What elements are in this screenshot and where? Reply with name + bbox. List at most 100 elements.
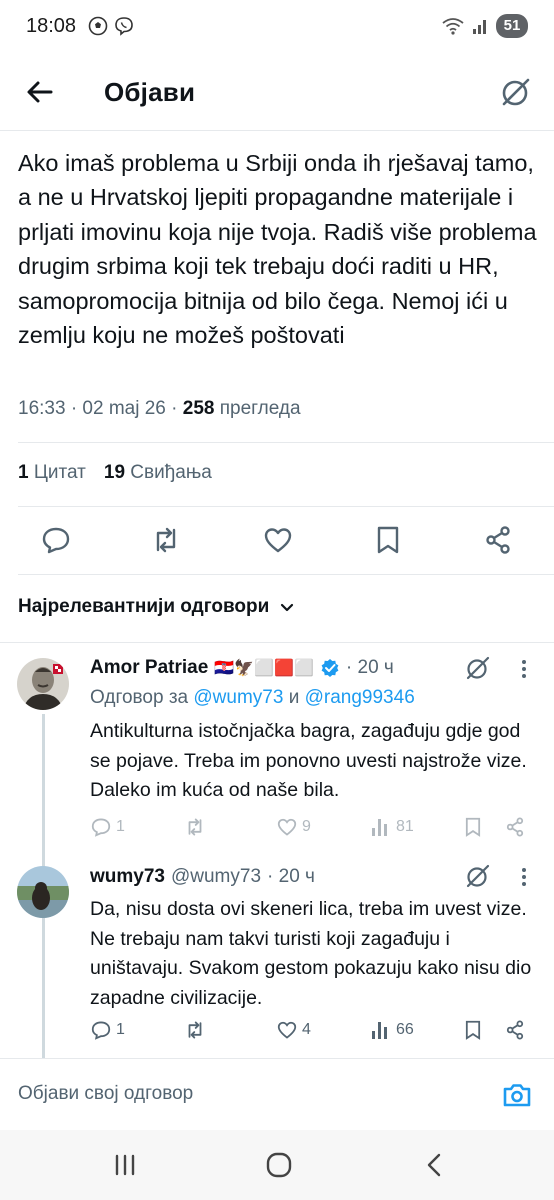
back-button[interactable]	[24, 76, 56, 108]
viber-icon	[114, 16, 134, 36]
stats-divider	[18, 506, 554, 507]
reply-to-line: Одговор за @wumy73 и @rang99346	[90, 687, 415, 709]
top-app-bar: Објави	[0, 56, 554, 130]
reply-share-button[interactable]	[504, 1019, 526, 1041]
repost-icon	[188, 818, 202, 836]
likes-count: 19	[103, 462, 126, 483]
heart-icon	[277, 818, 297, 836]
share-icon	[486, 526, 510, 554]
reply-time: · 20 ч	[345, 657, 394, 678]
reply-header: Amor Patriae 🇭🇷🦅⬜🟥⬜ · 20 ч	[90, 657, 394, 679]
more-vertical-icon	[522, 868, 526, 886]
reply-author-name[interactable]: wumy73	[90, 866, 165, 888]
reply-to-and: и	[283, 687, 305, 708]
tweet-text: Ako imaš problema u Srbiji onda ih rješa…	[18, 150, 537, 349]
camera-button[interactable]	[502, 1080, 532, 1110]
status-notification-icons	[88, 16, 134, 36]
reply-actions: 1 4 66	[90, 1019, 530, 1043]
reply-time: · 20 ч	[267, 866, 315, 887]
reply-repost-button[interactable]	[184, 816, 206, 838]
views-chart-icon	[372, 1022, 387, 1039]
reply-more-button[interactable]	[514, 865, 534, 889]
reply-button[interactable]	[40, 524, 72, 556]
reply-to-prefix: Одговор за	[90, 687, 194, 708]
share-icon	[506, 817, 524, 837]
tweet-timestamp: 16:33 · 02 maj 26 ·	[18, 398, 183, 419]
system-navigation-bar	[0, 1130, 554, 1200]
mention-link[interactable]: @rang99346	[305, 687, 415, 708]
wifi-icon	[442, 17, 464, 35]
reply-grok-button[interactable]	[464, 654, 492, 682]
reply-bookmark-button[interactable]	[462, 1019, 484, 1041]
header-divider	[0, 130, 554, 131]
football-icon	[88, 16, 108, 36]
reply-views-button[interactable]: 81	[370, 816, 414, 838]
more-vertical-icon	[522, 660, 526, 678]
compose-divider	[0, 1058, 554, 1059]
system-back-button[interactable]	[418, 1148, 452, 1182]
tweet-meta: 16:33 · 02 maj 26 · 258 прегледа	[18, 398, 301, 420]
reply-count: 1	[116, 818, 125, 835]
reply-icon	[91, 1021, 111, 1040]
reply-compose-input[interactable]: Објави свој одговор	[18, 1083, 193, 1105]
reply-grok-button[interactable]	[464, 862, 492, 890]
tweet-views-label: прегледа	[214, 398, 301, 419]
chevron-left-icon	[427, 1153, 441, 1177]
grok-icon	[466, 656, 490, 680]
actions-divider	[18, 574, 554, 575]
home-button[interactable]	[262, 1148, 296, 1182]
reply-reply-button[interactable]: 1	[90, 816, 125, 838]
reply-share-button[interactable]	[504, 816, 526, 838]
bookmark-button[interactable]	[372, 524, 404, 556]
status-time: 18:08	[26, 15, 77, 37]
recent-apps-icon	[115, 1154, 135, 1176]
reply-reply-button[interactable]: 1	[90, 1019, 125, 1041]
repost-button[interactable]	[150, 524, 182, 556]
recent-apps-button[interactable]	[108, 1148, 142, 1182]
reply-like-button[interactable]: 4	[276, 1019, 311, 1041]
avatar[interactable]	[17, 658, 69, 710]
tweet-stats: 1 Цитат 19 Свиђања	[18, 462, 212, 484]
sort-label: Најрелевантнији одговори	[18, 596, 270, 617]
likes-stat[interactable]: 19 Свиђања	[104, 462, 212, 484]
grok-icon	[502, 78, 530, 106]
views-count: 81	[396, 818, 414, 835]
reply-count: 1	[116, 1021, 125, 1038]
grok-icon	[466, 864, 490, 888]
likes-label: Свиђања	[130, 462, 212, 483]
reply-repost-button[interactable]	[184, 1019, 206, 1041]
sort-replies-dropdown[interactable]: Најрелевантнији одговори	[18, 596, 295, 618]
reply-text: Antikulturna istočnjačka bagra, zagađuju…	[90, 720, 527, 801]
like-count: 9	[302, 818, 311, 835]
reply-author-name[interactable]: Amor Patriae	[90, 657, 208, 679]
repost-icon	[188, 1021, 202, 1039]
bookmark-icon	[377, 526, 399, 554]
like-button[interactable]	[262, 524, 294, 556]
chevron-down-icon	[281, 603, 294, 612]
reply-like-button[interactable]: 9	[276, 816, 311, 838]
reply-text: Da, nisu dosta ovi skeneri lica, treba i…	[90, 898, 532, 1009]
battery-indicator: 51	[496, 14, 528, 38]
heart-icon	[264, 528, 292, 553]
like-count: 4	[302, 1021, 311, 1038]
heart-icon	[277, 1021, 297, 1039]
reply-bookmark-button[interactable]	[462, 816, 484, 838]
reply-more-button[interactable]	[514, 657, 534, 681]
grok-button[interactable]	[498, 74, 534, 110]
quotes-stat[interactable]: 1 Цитат	[18, 462, 86, 484]
camera-icon	[503, 1084, 531, 1107]
reply-icon	[91, 818, 111, 837]
reply-views-button[interactable]: 66	[370, 1019, 414, 1041]
mention-link[interactable]: @wumy73	[193, 687, 283, 708]
verified-badge-icon	[321, 659, 339, 677]
share-button[interactable]	[482, 524, 514, 556]
reply-header: wumy73 @wumy73 · 20 ч	[90, 866, 315, 888]
reply-icon	[42, 527, 70, 554]
views-chart-icon	[372, 819, 387, 836]
meta-divider	[18, 442, 554, 443]
signal-icon	[472, 17, 488, 35]
reply-author-handle[interactable]: @wumy73	[171, 866, 261, 888]
avatar[interactable]	[17, 866, 69, 918]
bookmark-icon	[465, 1020, 481, 1040]
status-system-icons: 51	[442, 14, 528, 38]
